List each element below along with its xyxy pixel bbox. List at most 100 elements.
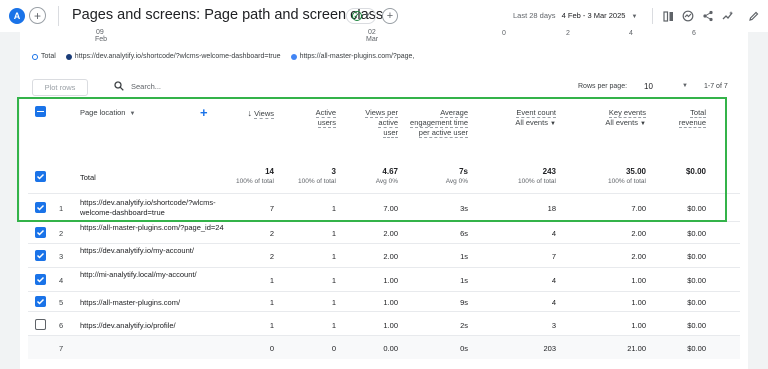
column-header-event-count[interactable]: Event count All events ▼ [515,108,556,129]
total-event-count: 243 100% of total [518,167,556,185]
chart-axis-remnant: 09 Feb 02 Mar 0 2 4 6 [0,29,768,46]
cell-avg-engagement: 3s [460,204,468,213]
row-checkbox[interactable] [35,227,46,238]
legend-dot-icon [290,53,297,60]
rows-per-page-select[interactable]: 10 ▼ [644,82,688,91]
page-location-link[interactable]: https://dev.analytify.io/profile/ [80,321,240,331]
table-row[interactable]: 4 http://mi-analytify.local/my-account/ … [28,267,740,291]
plot-rows-button[interactable]: Plot rows [32,79,88,96]
checkmark-icon [36,252,45,259]
property-avatar[interactable]: A [9,8,25,24]
scale-tick: 4 [629,30,633,37]
table-row[interactable]: 5 https://all-master-plugins.com/ 1 1 1.… [28,291,740,311]
dimension-header[interactable]: Page location ▼ [80,108,135,117]
page-title: Pages and screens: Page path and screen … [72,7,384,23]
search-box[interactable] [114,81,331,91]
cell-views-per-user: 0.00 [383,344,398,353]
cell-total-revenue: $0.00 [687,252,706,261]
column-header-views[interactable]: ↓ Views [248,108,274,119]
cell-event-count: 4 [551,276,556,285]
row-index: 1 [59,204,64,213]
column-header-total-revenue[interactable]: Total revenue [666,108,706,128]
add-comparison-button[interactable]: + [29,7,46,24]
page-location-link[interactable]: http://mi-analytify.local/my-account/ [80,270,240,280]
cell-key-events: 1.00 [631,276,646,285]
legend-dot-icon [32,53,38,60]
row-checkbox[interactable] [35,250,46,261]
checkmark-icon [36,276,45,283]
cell-views-per-user: 2.00 [383,229,398,238]
report-status-button[interactable]: ✓ ▼ [346,8,376,24]
cell-key-events: 1.00 [631,298,646,307]
cell-key-events: 7.00 [631,204,646,213]
page-location-link[interactable]: https://dev.analytify.io/my-account/ [80,246,240,256]
table-row[interactable]: 1 https://dev.analytify.io/shortcode/?wl… [28,193,740,221]
page-location-link[interactable]: https://all-master-plugins.com/?page_id=… [80,223,240,233]
insights-icon[interactable] [680,8,696,24]
cell-total-revenue: $0.00 [687,321,706,330]
legend-item-series[interactable]: https://dev.analytify.io/shortcode/?wlcm… [65,53,281,60]
legend-item-total[interactable]: Total [32,53,56,60]
cell-active-users: 1 [331,252,336,261]
table-row[interactable]: 3 https://dev.analytify.io/my-account/ 2… [28,243,740,267]
table-toolbar: Plot rows Rows per page: 10 ▼ 1-7 of 7 [28,79,740,97]
event-filter-dropdown[interactable]: All events ▼ [515,118,556,129]
row-checkbox[interactable] [35,274,46,285]
cell-views: 2 [269,229,274,238]
cell-avg-engagement: 6s [460,229,468,238]
legend-item-series[interactable]: https://all-master-plugins.com/?page, [290,53,415,60]
x-tick-top: 09 [96,29,104,36]
report-header: A + Pages and screens: Page path and scr… [0,0,768,32]
cell-event-count: 7 [551,252,556,261]
table-row[interactable]: 2 https://all-master-plugins.com/?page_i… [28,221,740,243]
column-header-active-users[interactable]: Active users [296,108,336,128]
edit-pencil-icon[interactable] [745,8,761,24]
cell-active-users: 0 [331,344,336,353]
check-circle-icon: ✓ [351,11,362,21]
key-event-filter-dropdown[interactable]: All events ▼ [605,118,646,129]
row-index: 2 [59,229,64,238]
row-checkbox[interactable] [35,296,46,307]
column-label: Views [254,109,274,119]
legend-label: https://all-master-plugins.com/?page, [299,53,415,60]
column-header-views-per-user[interactable]: Views per active user [364,108,398,138]
add-filter-button[interactable]: + [382,8,398,24]
cell-avg-engagement: 1s [460,276,468,285]
totals-row: Total 14 100% of total 3 100% of total 4.6… [28,163,740,191]
checkmark-icon [36,229,45,236]
sort-arrow-icon: ↓ [247,108,253,118]
page-location-link[interactable]: https://all-master-plugins.com/ [80,298,240,308]
chevron-down-icon: ▼ [129,111,136,117]
cell-avg-engagement: 9s [460,298,468,307]
cell-total-revenue: $0.00 [687,298,706,307]
select-all-checkbox[interactable] [35,106,46,117]
search-input[interactable] [131,81,331,91]
chevron-down-icon: ▼ [640,121,646,127]
x-tick: Mar [366,36,379,43]
page-location-link[interactable]: https://dev.analytify.io/shortcode/?wlcm… [80,198,240,218]
column-label: Event count [516,108,556,118]
rows-per-page-label: Rows per page: [578,83,628,90]
row-checkbox[interactable] [35,319,46,330]
share-icon[interactable] [700,8,716,24]
chevron-down-icon: ▼ [682,83,688,89]
cell-avg-engagement: 0s [460,344,468,353]
table-row[interactable]: 6 https://dev.analytify.io/profile/ 1 1 … [28,311,740,335]
totals-checkbox[interactable] [35,171,46,182]
row-checkbox[interactable] [35,202,46,213]
column-header-key-events[interactable]: Key events All events ▼ [605,108,646,129]
compare-columns-icon[interactable] [660,8,676,24]
table-row[interactable]: 7 0 0 0.00 0s 203 21.00 $0.00 [28,335,740,359]
trend-sparkle-icon[interactable] [720,8,736,24]
column-header-avg-engagement[interactable]: Average engagement time per active user [402,108,468,138]
x-tick-top: 02 [368,29,376,36]
header-divider [652,8,653,24]
total-key-events: 35.00 100% of total [608,167,646,185]
total-views: 14 100% of total [236,167,274,185]
date-range-picker[interactable]: Last 28 days 4 Feb - 3 Mar 2025 ▼ [513,11,637,20]
cell-active-users: 1 [331,276,336,285]
rows-per-page-value: 10 [644,82,653,91]
cell-active-users: 1 [331,204,336,213]
add-dimension-button[interactable]: + [200,105,208,120]
scale-tick: 6 [692,30,696,37]
